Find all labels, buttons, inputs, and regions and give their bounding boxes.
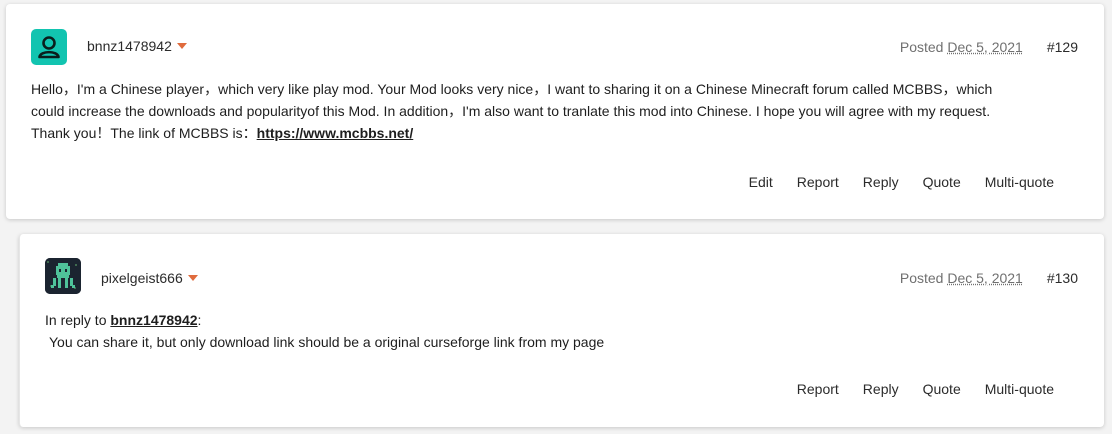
post-body: In reply to bnnz1478942: You can share i… <box>45 309 1085 353</box>
username-text: bnnz1478942 <box>87 38 172 54</box>
avatar[interactable] <box>45 258 81 294</box>
post-body: Hello，I'm a Chinese player，which very li… <box>31 78 1081 144</box>
post-meta: Posted Dec 5, 2021 #130 <box>900 270 1078 286</box>
username-text: pixelgeist666 <box>101 270 183 286</box>
multi-quote-button[interactable]: Multi-quote <box>985 174 1054 190</box>
report-button[interactable]: Report <box>797 381 839 397</box>
post-body-line: Thank you！The link of MCBBS is：https://w… <box>31 122 1081 144</box>
chevron-down-icon[interactable] <box>176 43 187 49</box>
reply-user-link[interactable]: bnnz1478942 <box>110 312 197 328</box>
edit-button[interactable]: Edit <box>749 174 773 190</box>
multi-quote-button[interactable]: Multi-quote <box>985 381 1054 397</box>
quote-button[interactable]: Quote <box>923 381 961 397</box>
username-link[interactable]: pixelgeist666 <box>101 270 198 286</box>
post-actions: Edit Report Reply Quote Multi-quote <box>749 174 1054 190</box>
post-date[interactable]: Dec 5, 2021 <box>947 39 1023 55</box>
reply-suffix: : <box>197 312 202 328</box>
post-129: bnnz1478942 Posted Dec 5, 2021 #129 Hell… <box>6 4 1104 219</box>
post-number[interactable]: #130 <box>1047 270 1078 286</box>
post-body-line: Hello，I'm a Chinese player，which very li… <box>31 81 993 97</box>
post-body-line: You can share it, but only download link… <box>49 334 605 350</box>
reply-prefix: In reply to <box>45 312 107 328</box>
reply-button[interactable]: Reply <box>863 381 899 397</box>
post-body-text: Thank you！The link of MCBBS is： <box>31 125 257 141</box>
username-link[interactable]: bnnz1478942 <box>87 38 187 54</box>
post-actions: Report Reply Quote Multi-quote <box>797 381 1054 397</box>
mcbbs-link[interactable]: https://www.mcbbs.net/ <box>257 125 414 141</box>
post-meta: Posted Dec 5, 2021 #129 <box>900 39 1078 55</box>
post-130: pixelgeist666 Posted Dec 5, 2021 #130 In… <box>19 234 1104 427</box>
post-body-line: could increase the downloads and popular… <box>31 103 991 119</box>
user-icon <box>38 36 60 59</box>
posted-label: Posted <box>899 270 944 286</box>
avatar[interactable] <box>31 29 67 65</box>
reply-reference: In reply to bnnz1478942: <box>45 309 1085 331</box>
posted-info: Posted Dec 5, 2021 <box>900 39 1023 55</box>
quote-button[interactable]: Quote <box>923 174 961 190</box>
posted-label: Posted <box>899 39 944 55</box>
reply-button[interactable]: Reply <box>863 174 899 190</box>
post-number[interactable]: #129 <box>1047 39 1078 55</box>
squid-icon <box>45 258 81 294</box>
post-date[interactable]: Dec 5, 2021 <box>947 270 1023 286</box>
chevron-down-icon[interactable] <box>187 275 198 281</box>
posted-info: Posted Dec 5, 2021 <box>900 270 1023 286</box>
report-button[interactable]: Report <box>797 174 839 190</box>
